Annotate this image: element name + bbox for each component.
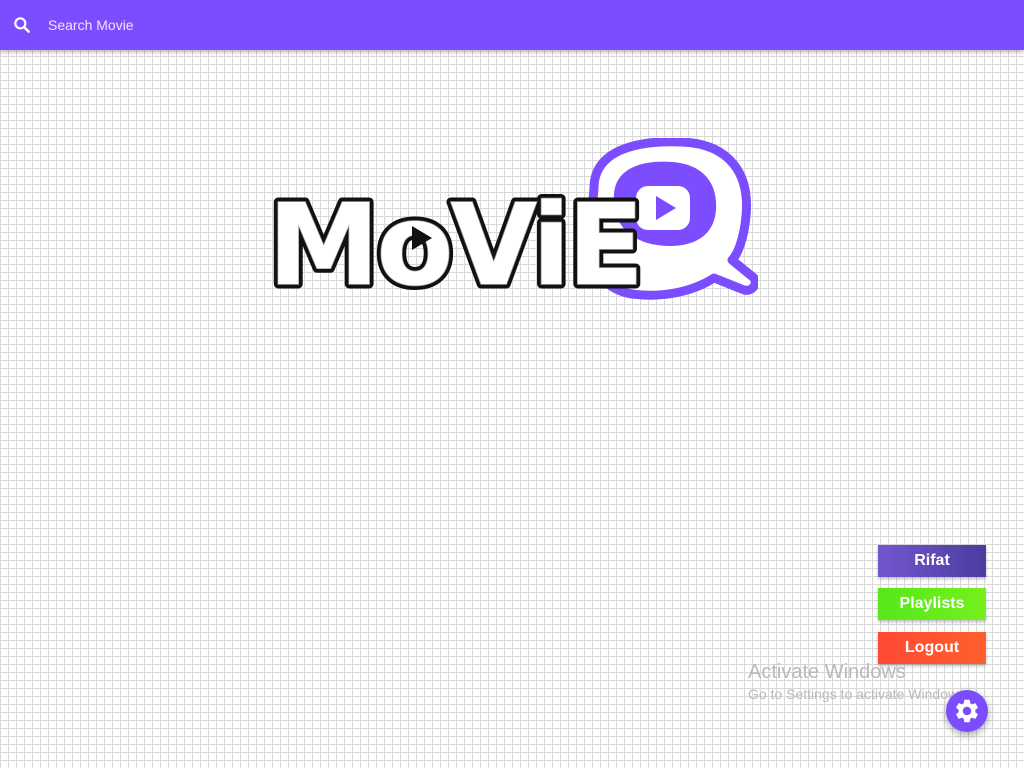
watermark-subtitle: Go to Settings to activate Windows. xyxy=(748,686,969,702)
activate-windows-watermark: Activate Windows Go to Settings to activ… xyxy=(748,660,969,704)
svg-text:MoViE: MoViE xyxy=(268,181,641,300)
watermark-title: Activate Windows xyxy=(748,661,906,683)
user-button[interactable]: Rifat xyxy=(878,545,986,577)
search-icon[interactable] xyxy=(12,15,32,35)
settings-fab[interactable] xyxy=(946,690,988,732)
playlists-button[interactable]: Playlists xyxy=(878,588,986,620)
gear-icon xyxy=(956,699,978,723)
top-app-bar xyxy=(0,0,1024,50)
search-input[interactable] xyxy=(40,10,640,40)
moviq-logo: MoViE MoViE xyxy=(264,138,758,300)
